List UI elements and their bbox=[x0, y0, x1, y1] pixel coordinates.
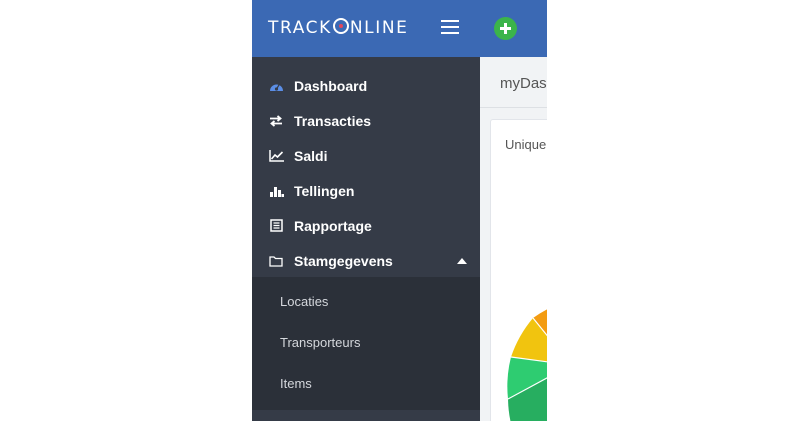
app-window: TRACK NLINE Dashboard Transacties Saldi … bbox=[252, 0, 547, 421]
top-navbar bbox=[480, 0, 547, 57]
dashboard-card: Unique bbox=[490, 119, 547, 421]
sidebar-item-label: Saldi bbox=[294, 147, 328, 164]
submenu-stamgegevens: Locaties Transporteurs Items bbox=[252, 277, 480, 410]
sidebar-item-label: Dashboard bbox=[294, 77, 368, 94]
sidebar-item-label: Stamgegevens bbox=[294, 252, 393, 269]
sidebar-footer-area bbox=[252, 410, 480, 421]
submenu-item-label: Locaties bbox=[280, 294, 329, 309]
brand-text-part1: TRACK bbox=[268, 18, 332, 38]
report-icon bbox=[268, 218, 284, 234]
folder-icon bbox=[268, 253, 284, 269]
brand-bar: TRACK NLINE bbox=[252, 0, 480, 57]
chevron-up-icon[interactable] bbox=[457, 258, 467, 264]
brand-o-icon bbox=[332, 18, 349, 34]
sidebar-item-dashboard[interactable]: Dashboard bbox=[252, 68, 480, 103]
sidebar: TRACK NLINE Dashboard Transacties Saldi … bbox=[252, 0, 480, 421]
dashboard-icon bbox=[268, 78, 284, 94]
submenu-item-label: Items bbox=[280, 376, 312, 391]
sidebar-item-label: Transacties bbox=[294, 112, 372, 129]
sidebar-item-stamgegevens[interactable]: Stamgegevens bbox=[252, 243, 480, 278]
sidebar-item-tellingen[interactable]: Tellingen bbox=[252, 173, 480, 208]
exchange-icon bbox=[268, 113, 284, 129]
sidebar-item-label: Rapportage bbox=[294, 217, 372, 234]
gauge-chart bbox=[507, 309, 547, 421]
submenu-item-locaties[interactable]: Locaties bbox=[252, 281, 480, 322]
brand-text-part2: NLINE bbox=[349, 18, 409, 38]
sidebar-item-rapportage[interactable]: Rapportage bbox=[252, 208, 480, 243]
line-chart-icon bbox=[268, 148, 284, 164]
main-content: myDas Unique bbox=[480, 57, 547, 421]
add-button[interactable] bbox=[494, 17, 517, 40]
brand-logo[interactable]: TRACK NLINE bbox=[268, 18, 409, 38]
sidebar-item-saldi[interactable]: Saldi bbox=[252, 138, 480, 173]
submenu-item-items[interactable]: Items bbox=[252, 363, 480, 404]
divider bbox=[480, 107, 547, 108]
sidebar-item-transacties[interactable]: Transacties bbox=[252, 103, 480, 138]
bar-chart-icon bbox=[268, 183, 284, 199]
submenu-item-transporteurs[interactable]: Transporteurs bbox=[252, 322, 480, 363]
sidebar-item-label: Tellingen bbox=[294, 182, 355, 199]
page-title: myDas bbox=[500, 75, 547, 92]
hamburger-menu-icon[interactable] bbox=[441, 20, 459, 35]
sidebar-menu: Dashboard Transacties Saldi Tellingen Ra… bbox=[252, 68, 480, 278]
submenu-item-label: Transporteurs bbox=[280, 335, 361, 350]
